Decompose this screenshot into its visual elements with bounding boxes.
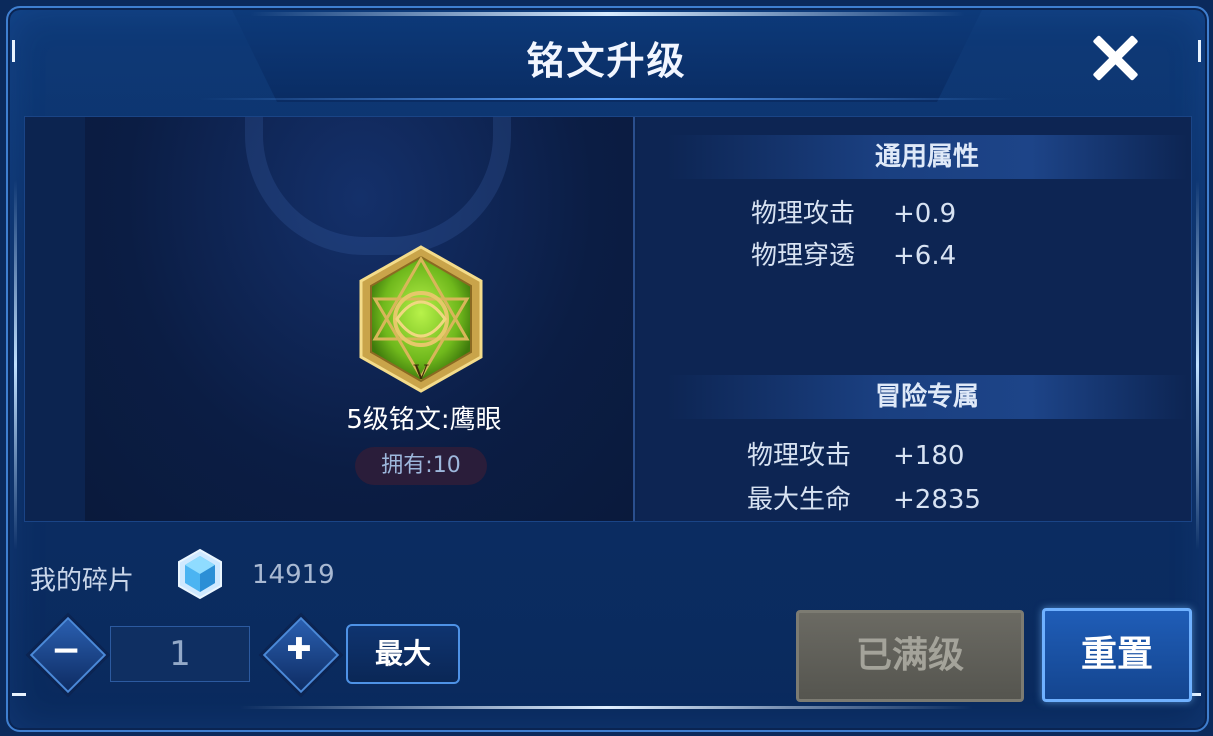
- adventure-stat-row: 最大生命 +2835: [747, 479, 981, 516]
- stat-value: +6.4: [893, 241, 957, 271]
- adventure-stats-heading: 冒险专属: [667, 375, 1187, 419]
- rune-display-pane: V 5级铭文:鹰眼 拥有:10: [85, 117, 635, 521]
- general-stats-heading: 通用属性: [667, 135, 1187, 179]
- title-line-bottom: [200, 98, 1013, 100]
- close-icon[interactable]: [1085, 28, 1145, 88]
- adventure-stat-row: 物理攻击 +180: [747, 435, 964, 472]
- general-stat-row: 物理攻击 +0.9: [751, 193, 956, 230]
- content-panel: V 5级铭文:鹰眼 拥有:10 通用属性 物理攻击 +0.9 物理穿透 +6.4 冒…: [24, 116, 1192, 522]
- crystal-shard-icon: [178, 548, 222, 600]
- stat-value: +0.9: [893, 199, 957, 229]
- quantity-field[interactable]: 1: [110, 626, 250, 682]
- reset-button[interactable]: 重置: [1042, 608, 1192, 702]
- stat-name: 物理穿透: [751, 241, 856, 271]
- max-button[interactable]: 最大: [346, 624, 460, 684]
- rune-hexagon-icon: V: [359, 245, 483, 393]
- title-bar: 铭文升级: [0, 0, 1213, 110]
- title-line-top: [250, 12, 965, 16]
- bottom-bar: 我的碎片 14919 − 1 ✚ 最大 已满级 重置: [24, 522, 1192, 712]
- frame-glow-left: [14, 180, 17, 550]
- stat-value: +180: [893, 441, 965, 471]
- maxed-level-button[interactable]: 已满级: [796, 610, 1024, 702]
- general-stat-row: 物理穿透 +6.4: [751, 235, 956, 272]
- rune-name: 5级铭文:鹰眼: [346, 405, 502, 435]
- owned-count-badge: 拥有:10: [355, 447, 487, 485]
- pane-divider: [633, 117, 635, 521]
- stats-pane: 通用属性 物理攻击 +0.9 物理穿透 +6.4 冒险专属 物理攻击 +180 最大生…: [637, 117, 1191, 521]
- shard-count: 14919: [252, 560, 335, 590]
- bottom-glow-line: [240, 706, 973, 709]
- stat-name: 物理攻击: [747, 441, 852, 471]
- plus-icon: ✚: [286, 632, 312, 667]
- frame-glow-right: [1196, 180, 1199, 550]
- stat-name: 最大生命: [747, 485, 852, 515]
- shard-label: 我的碎片: [30, 566, 135, 596]
- minus-icon: −: [50, 630, 82, 671]
- stat-value: +2835: [893, 485, 981, 515]
- dialog-title: 铭文升级: [526, 39, 687, 83]
- rune-level-numeral: V: [413, 360, 429, 384]
- stat-name: 物理攻击: [751, 199, 856, 229]
